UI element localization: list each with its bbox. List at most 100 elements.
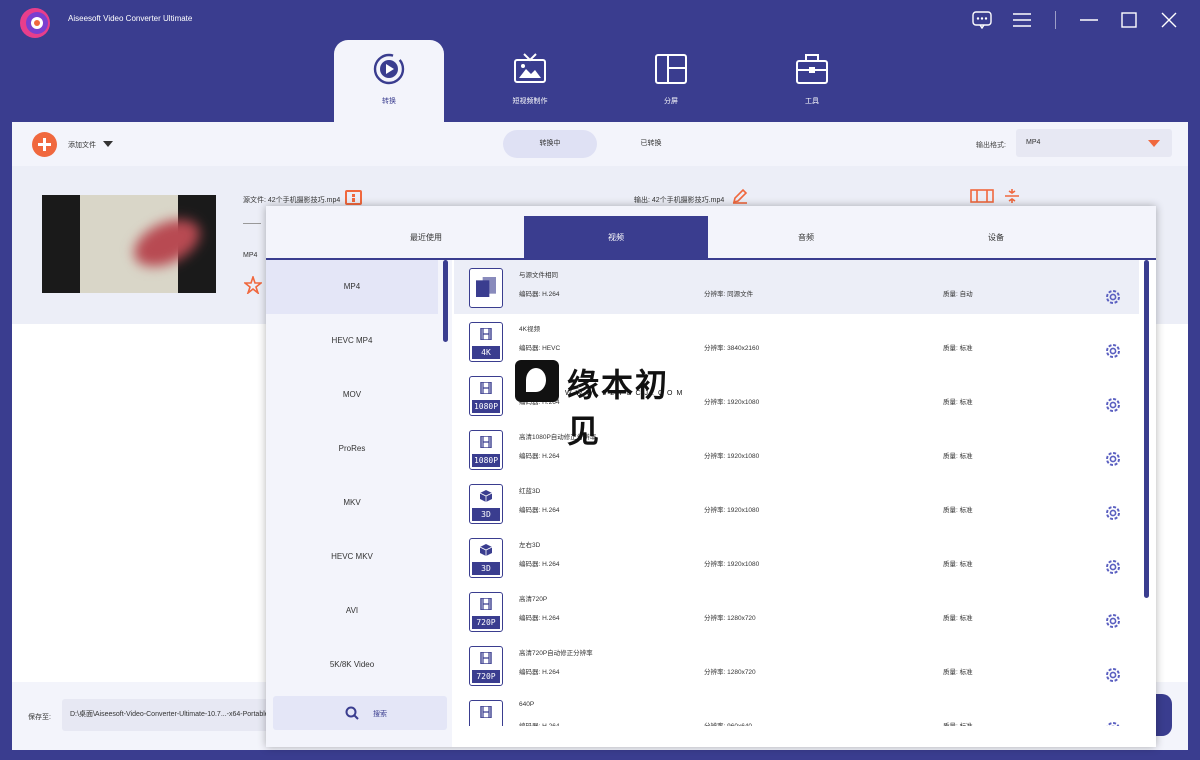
preset-name: 红蓝3D [519,488,541,495]
main-tabs: 转换 短视频制作 分屏 工具 [334,40,898,122]
preset-list-scrollbar[interactable] [1144,260,1149,598]
preset-row[interactable]: 720P 高清720P自动修正分辨率 编码器: H.264 分辨率: 1280x720… [454,638,1139,692]
preset-quality: 质量: 标准 [943,453,973,460]
preset-film-icon: 720P [469,592,503,632]
gear-icon[interactable] [1104,558,1122,576]
gear-icon[interactable] [1104,288,1122,306]
format-item[interactable]: HEVC MKV [266,530,438,584]
format-item[interactable]: ProRes [266,422,438,476]
preset-film-icon [469,700,503,726]
preset-tag: 1080P [472,454,500,467]
preset-quality: 质量: 自动 [943,291,973,298]
file-format: MP4 [243,252,258,259]
gear-icon[interactable] [1104,666,1122,684]
title-bar: Aiseesoft Video Converter Ultimate [0,0,1200,40]
preset-quality: 质量: 标准 [943,345,973,352]
source-file-label: 源文件: 42个手机摄影技巧.mp4 [243,197,341,204]
gear-icon[interactable] [1104,342,1122,360]
gear-icon[interactable] [1104,612,1122,630]
preset-row[interactable]: 1080P 高清1080P自动修正分辨率 编码器: H.264 分辨率: 1920x1… [454,422,1139,476]
format-list-scrollbar[interactable] [443,260,448,342]
preset-tag: 1080P [472,400,500,413]
format-category-tabs: 最近使用 视频 音频 设备 [266,206,1156,260]
gear-icon[interactable] [1104,396,1122,414]
app-logo-icon [20,8,50,38]
preset-encoder: 编码器: H.264 [519,669,560,676]
output-file-label: 输出: 42个手机摄影技巧.mp4 [634,197,725,204]
preset-resolution: 分辨率: 960x640 [704,720,752,726]
info-icon[interactable] [345,190,362,205]
effect-icon[interactable] [244,276,262,294]
tab-audio[interactable]: 音频 [714,216,898,260]
thumbnail-blur [126,210,208,276]
tv-icon [514,53,546,83]
preset-quality: 质量: 标准 [943,561,973,568]
preset-tag: 720P [472,670,500,683]
preset-encoder: 编码器: H.264 [519,615,560,622]
search-label: 搜索 [373,711,387,718]
output-format-select[interactable]: MP4 [1016,129,1172,157]
format-popup: 最近使用 视频 音频 设备 MP4 HEVC MP4 MOV ProRes MK… [266,206,1156,747]
split-icon[interactable] [1004,188,1020,204]
preset-encoder: 编码器: H.264 [519,453,560,460]
preset-name: 高清720P [519,596,548,603]
add-file-dropdown-icon[interactable] [103,141,113,147]
output-format-value: MP4 [1026,139,1041,146]
format-item[interactable]: MKV [266,476,438,530]
preset-row[interactable]: 640P 编码器: H.264 分辨率: 960x640 质量: 标准 [454,692,1139,726]
preset-tag: 720P [472,616,500,629]
clip-icon[interactable] [970,188,994,204]
menu-icon[interactable] [1007,8,1037,32]
format-item[interactable]: MP4 [266,260,438,314]
tab-recent[interactable]: 最近使用 [334,216,518,260]
preset-encoder: 编码器: H.264 [519,507,560,514]
minimize-icon[interactable] [1074,8,1104,32]
preset-name: 640P [519,701,535,708]
format-item[interactable]: 5K/8K Video [266,638,438,692]
preset-tag: 3D [472,562,500,575]
close-icon[interactable] [1154,8,1184,32]
tab-convert[interactable]: 转换 [334,40,444,122]
preset-name: 左右3D [519,542,541,549]
gear-icon[interactable] [1104,504,1122,522]
format-list: MP4 HEVC MP4 MOV ProRes MKV HEVC MKV AVI… [266,260,452,747]
maximize-icon[interactable] [1114,8,1144,32]
preset-encoder: 编码器: H.264 [519,291,560,298]
video-thumbnail[interactable] [42,195,216,293]
toolbox-icon [796,54,828,84]
save-path-field[interactable]: D:\桌面\Aiseesoft-Video-Converter-Ultimate… [62,699,282,731]
tab-collage[interactable]: 分屏 [616,40,726,122]
add-file-label[interactable]: 添加文件 [68,140,96,150]
preset-cube-icon: 3D [469,538,503,578]
tab-mv-label: 短视频制作 [512,98,548,105]
preset-encoder: 编码器: H.264 [519,720,559,726]
add-file-button[interactable] [32,132,57,157]
tab-toolbox-label: 工具 [805,98,819,105]
subtab-converting[interactable]: 转换中 [503,130,597,158]
edit-icon[interactable] [732,188,748,204]
format-item[interactable]: MOV [266,368,438,422]
feedback-icon[interactable] [967,8,997,32]
preset-film-icon: 1080P [469,376,503,416]
toolbar: 添加文件 转换中 已转换 输出格式: MP4 [12,122,1188,166]
tab-device[interactable]: 设备 [904,216,1088,260]
preset-cube-icon: 3D [469,484,503,524]
gear-icon[interactable] [1104,720,1122,726]
format-item[interactable]: AVI [266,584,438,638]
output-format-label: 输出格式: [976,142,1006,149]
tab-mv[interactable]: 短视频制作 [475,40,585,122]
preset-row[interactable]: 与源文件相同 编码器: H.264 分辨率: 同源文件 质量: 自动 [454,260,1139,314]
search-button[interactable]: 搜索 [273,696,447,730]
preset-tag: 3D [472,508,500,521]
tab-video[interactable]: 视频 [524,216,708,260]
preset-quality: 质量: 标准 [943,507,973,514]
preset-row[interactable]: 3D 红蓝3D 编码器: H.264 分辨率: 1920x1080 质量: 标准 [454,476,1139,530]
subtab-converted[interactable]: 已转换 [604,130,698,158]
tab-toolbox[interactable]: 工具 [757,40,867,122]
preset-row[interactable]: 720P 高清720P 编码器: H.264 分辨率: 1280x720 质量: 标准 [454,584,1139,638]
format-item[interactable]: HEVC MP4 [266,314,438,368]
gear-icon[interactable] [1104,450,1122,468]
search-icon [345,706,359,720]
preset-row[interactable]: 3D 左右3D 编码器: H.264 分辨率: 1920x1080 质量: 标准 [454,530,1139,584]
watermark-logo-icon [515,360,559,402]
